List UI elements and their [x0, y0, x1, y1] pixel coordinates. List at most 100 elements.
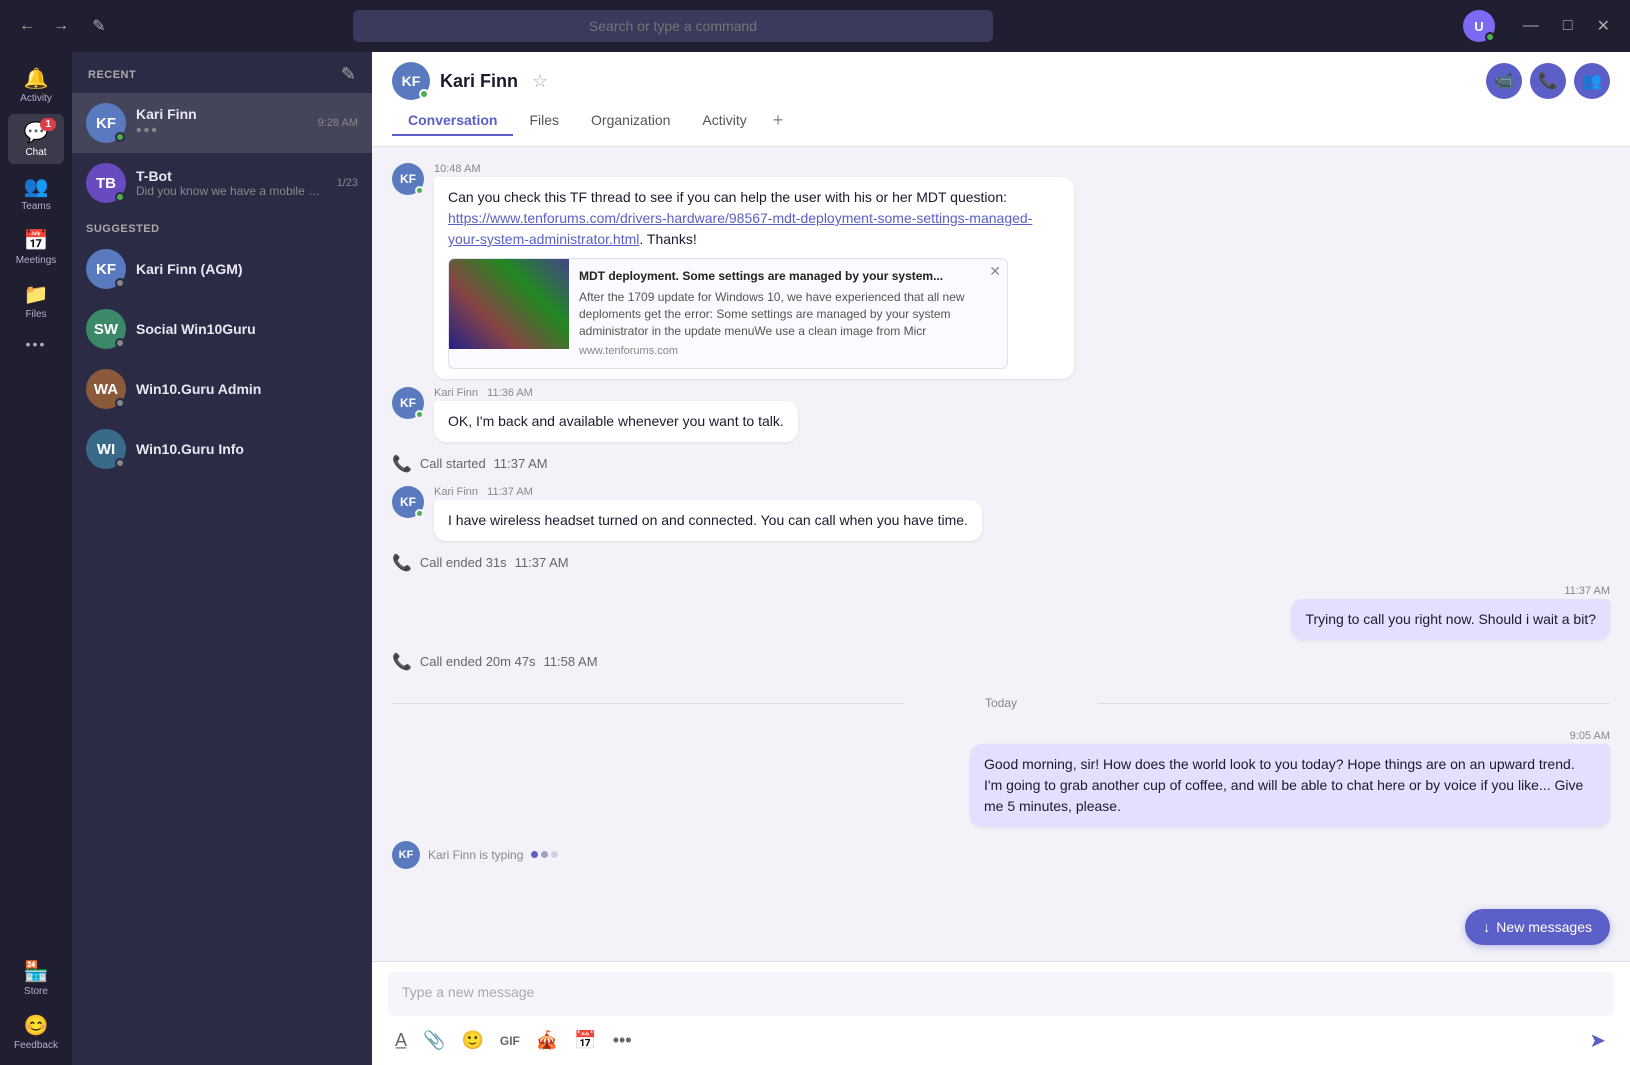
chat-info-win10-info: Win10.Guru Info [136, 441, 358, 457]
chat-item-win10-info[interactable]: WI Win10.Guru Info [72, 419, 372, 479]
title-bar: ← → ✎ U — □ ✕ [0, 0, 1630, 52]
sidebar-item-meetings[interactable]: 📅 Meetings [8, 222, 64, 272]
sidebar-item-feedback[interactable]: 😊 Feedback [8, 1007, 64, 1057]
chat-name-kari: Kari Finn [136, 106, 308, 122]
chat-item-win10-admin[interactable]: WA Win10.Guru Admin [72, 359, 372, 419]
msg-bubble-kari-2: I have wireless headset turned on and co… [434, 500, 982, 541]
meet-button[interactable]: 📅 [567, 1026, 603, 1055]
more-options-button[interactable]: ••• [606, 1026, 639, 1055]
chat-label: Chat [25, 147, 46, 158]
close-button[interactable]: ✕ [1589, 16, 1618, 36]
msg-meta-kari-2: Kari Finn 11:37 AM [434, 486, 982, 498]
self-msg-content-1: 11:37 AM Trying to call you right now. S… [1291, 585, 1610, 640]
avatar-win10-info: WI [86, 429, 126, 469]
typing-dot-1 [531, 851, 538, 858]
avatar-tbot: TB [86, 163, 126, 203]
sticker-button[interactable]: 🎪 [529, 1026, 565, 1055]
link-image [449, 259, 569, 349]
back-button[interactable]: ← [12, 11, 42, 41]
sidebar-item-more[interactable]: ••• [8, 330, 64, 358]
chat-meta-tbot: 1/23 [337, 177, 358, 189]
minimize-button[interactable]: — [1515, 16, 1547, 36]
new-messages-label: New messages [1496, 919, 1592, 935]
search-input[interactable] [353, 10, 993, 42]
tab-files[interactable]: Files [513, 106, 575, 136]
link-desc: After the 1709 update for Windows 10, we… [579, 289, 997, 339]
tab-organization[interactable]: Organization [575, 106, 686, 136]
status-dot-social [115, 338, 125, 348]
new-chat-button[interactable]: ✎ [341, 64, 356, 85]
chat-item-social-win10[interactable]: SW Social Win10Guru [72, 299, 372, 359]
chat-info-kari: Kari Finn ••• [136, 106, 308, 140]
self-message-2: 9:05 AM Good morning, sir! How does the … [392, 730, 1610, 827]
title-bar-right: U — □ ✕ [1463, 10, 1618, 42]
link-text: MDT deployment. Some settings are manage… [569, 259, 1007, 368]
msg-text-1: Can you check this TF thread to see if y… [448, 189, 1032, 247]
send-button[interactable]: ➤ [1581, 1024, 1614, 1057]
typing-dot-2 [541, 851, 548, 858]
chat-info-kari-agm: Kari Finn (AGM) [136, 261, 358, 277]
emoji-button[interactable]: 🙂 [454, 1026, 490, 1055]
sidebar-item-chat[interactable]: 1 💬 Chat [8, 114, 64, 164]
add-tab-button[interactable]: + [763, 106, 794, 136]
msg-link-1[interactable]: https://www.tenforums.com/drivers-hardwa… [448, 210, 1032, 247]
video-call-button[interactable]: 📹 [1486, 63, 1522, 99]
header-actions: 📹 📞 👥 [1486, 63, 1610, 99]
self-msg-content-2: 9:05 AM Good morning, sir! How does the … [970, 730, 1610, 827]
new-messages-button[interactable]: ↓ New messages [1465, 909, 1610, 945]
sidebar-item-store[interactable]: 🏪 Store [8, 953, 64, 1003]
msg-content-1: 10:48 AM Can you check this TF thread to… [434, 163, 1074, 379]
chat-item-tbot[interactable]: TB T-Bot Did you know we have a mobile a… [72, 153, 372, 213]
message-input-placeholder: Type a new message [402, 984, 534, 1000]
self-msg-meta-2: 9:05 AM [970, 730, 1610, 742]
typing-label: Kari Finn is typing [428, 848, 523, 862]
typing-indicator: KF Kari Finn is typing [392, 835, 1610, 875]
status-dot-kari [115, 132, 125, 142]
sidebar-item-files[interactable]: 📁 Files [8, 276, 64, 326]
user-avatar[interactable]: U [1463, 10, 1495, 42]
chat-info-tbot: T-Bot Did you know we have a mobile ap..… [136, 168, 327, 198]
status-dot-kari-agm [115, 278, 125, 288]
phone-call-button[interactable]: 📞 [1530, 63, 1566, 99]
message-row-kari-1: KF Kari Finn 11:36 AM OK, I'm back and a… [392, 387, 1610, 442]
call-row-1: 📞 Call started 11:37 AM [392, 450, 1610, 478]
msg-meta-1: 10:48 AM [434, 163, 1074, 175]
attach-button[interactable]: 📎 [416, 1026, 452, 1055]
msg-meta-kari-1: Kari Finn 11:36 AM [434, 387, 798, 399]
feedback-icon: 😊 [24, 1013, 49, 1038]
gif-button[interactable]: GIF [493, 1030, 527, 1052]
messages-area[interactable]: KF 10:48 AM Can you check this TF thread… [372, 147, 1630, 961]
msg-online-kari-1 [415, 410, 424, 419]
sidebar-item-activity[interactable]: 🔔 Activity [8, 60, 64, 110]
tab-conversation[interactable]: Conversation [392, 106, 513, 136]
tab-activity[interactable]: Activity [686, 106, 762, 136]
format-button[interactable]: A̲ [388, 1026, 414, 1055]
compose-button[interactable]: ✎ [84, 11, 114, 41]
favorite-button[interactable]: ☆ [532, 71, 548, 92]
forward-button[interactable]: → [46, 11, 76, 41]
message-row-kari-2: KF Kari Finn 11:37 AM I have wireless he… [392, 486, 1610, 541]
chat-header-name: Kari Finn [440, 71, 518, 92]
left-nav: 🔔 Activity 1 💬 Chat 👥 Teams 📅 Meetings 📁… [0, 52, 72, 1065]
call-icon-1: 📞 [392, 454, 412, 474]
maximize-button[interactable]: □ [1555, 16, 1581, 36]
self-msg-bubble-1: Trying to call you right now. Should i w… [1291, 599, 1610, 640]
files-icon: 📁 [24, 282, 49, 307]
add-people-button[interactable]: 👥 [1574, 63, 1610, 99]
typing-dot-3 [551, 851, 558, 858]
self-msg-bubble-2: Good morning, sir! How does the world lo… [970, 744, 1610, 827]
msg-bubble-kari-1: OK, I'm back and available whenever you … [434, 401, 798, 442]
chat-header: KF Kari Finn ☆ 📹 📞 👥 Conversation Files … [372, 52, 1630, 147]
header-online-dot [419, 89, 429, 99]
typing-avatar: KF [392, 841, 420, 869]
link-close-button[interactable]: ✕ [989, 263, 1001, 280]
msg-avatar-kari-2: KF [392, 486, 424, 518]
chat-item-kari-finn[interactable]: KF Kari Finn ••• 9:28 AM [72, 93, 372, 153]
sidebar-item-teams[interactable]: 👥 Teams [8, 168, 64, 218]
chat-name-tbot: T-Bot [136, 168, 327, 184]
message-input-box[interactable]: Type a new message [388, 972, 1614, 1016]
call-row-3: 📞 Call ended 20m 47s 11:58 AM [392, 648, 1610, 676]
typing-dots [531, 851, 558, 858]
chat-item-kari-agm[interactable]: KF Kari Finn (AGM) [72, 239, 372, 299]
msg-avatar-kari-1: KF [392, 387, 424, 419]
